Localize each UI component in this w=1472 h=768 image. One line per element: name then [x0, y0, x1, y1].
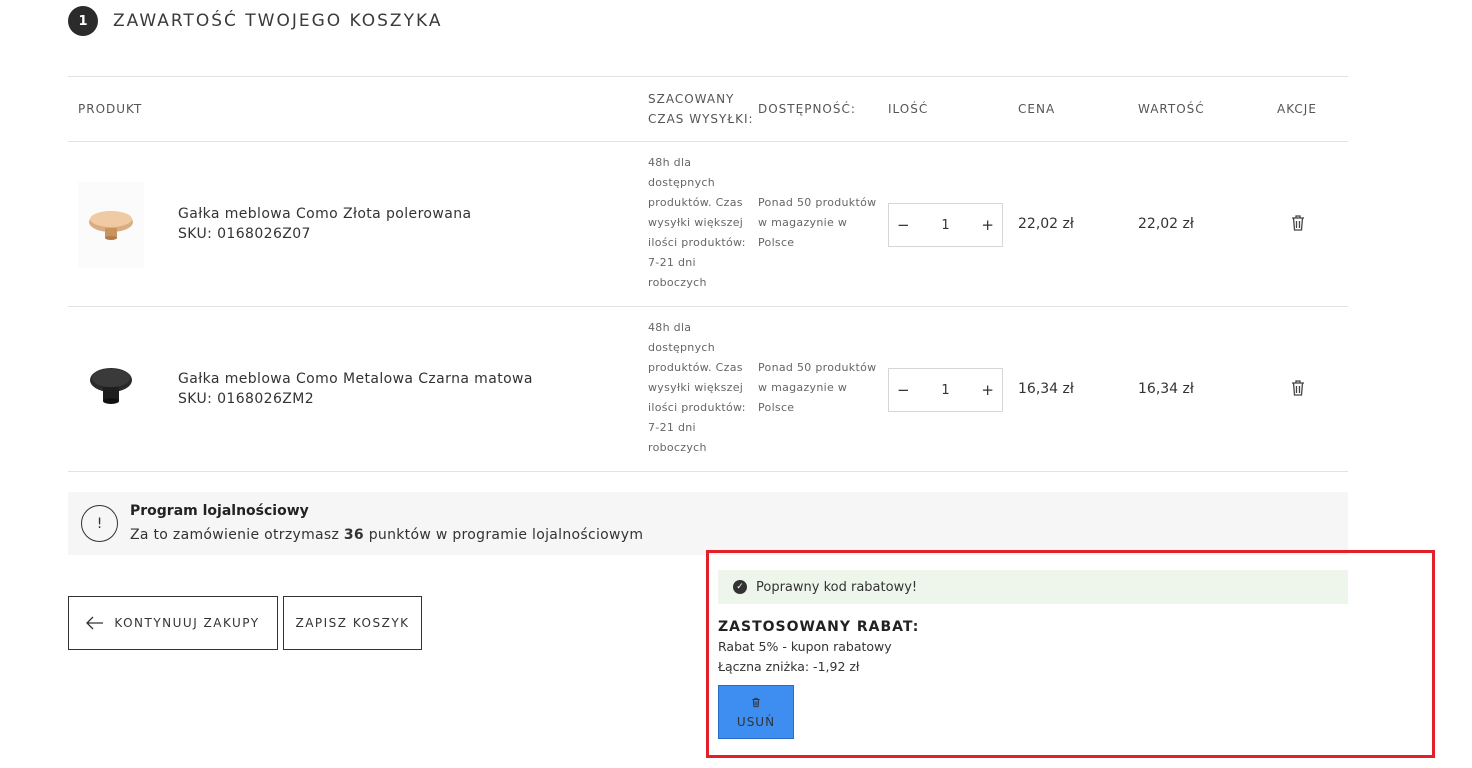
product-sku: SKU: 0168026ZM2	[178, 391, 315, 407]
product-sku: SKU: 0168026Z07	[178, 226, 311, 242]
cart-table: PRODUKT SZACOWANY CZAS WYSYŁKI: DOSTĘPNO…	[68, 76, 1348, 472]
qty-value[interactable]: 1	[941, 218, 949, 233]
loyalty-text: Za to zamówienie otrzymasz 36 punktów w …	[130, 527, 644, 543]
header-total: WARTOŚĆ	[1138, 102, 1205, 116]
quantity-stepper[interactable]: − 1 +	[888, 368, 1003, 412]
save-cart-button[interactable]: ZAPISZ KOSZYK	[283, 596, 422, 650]
loyalty-points: 36	[343, 527, 364, 543]
check-circle-icon: ✓	[733, 580, 747, 594]
trash-icon[interactable]	[1288, 213, 1308, 233]
qty-value[interactable]: 1	[941, 383, 949, 398]
shipping-time: 48h dla dostępnych produktów. Czas wysyłki…	[648, 156, 746, 289]
header-shipping-line1: SZACOWANY	[648, 92, 735, 106]
header-availability: DOSTĘPNOŚĆ:	[758, 102, 856, 116]
info-icon: !	[81, 505, 118, 542]
line-total: 16,34 zł	[1138, 381, 1194, 397]
table-row: Gałka meblowa Como Metalowa Czarna matow…	[68, 307, 1348, 472]
trash-icon	[752, 697, 760, 707]
arrow-left-icon	[86, 616, 104, 630]
product-name[interactable]: Gałka meblowa Como Złota polerowana	[178, 204, 471, 224]
header-shipping-line2: CZAS WYSYŁKI:	[648, 112, 754, 126]
continue-shopping-button[interactable]: KONTYNUUJ ZAKUPY	[68, 596, 278, 650]
remove-discount-label: USUŃ	[736, 714, 776, 729]
qty-decrease-button[interactable]: −	[897, 216, 910, 234]
trash-icon[interactable]	[1288, 378, 1308, 398]
shipping-time: 48h dla dostępnych produktów. Czas wysyłki…	[648, 321, 746, 454]
applied-discount-title: ZASTOSOWANY RABAT:	[718, 619, 920, 635]
header-price: CENA	[1018, 102, 1056, 116]
loyalty-title: Program lojalnościowy	[130, 503, 309, 519]
header-product: PRODUKT	[78, 102, 143, 116]
discount-section: ✓ Poprawny kod rabatowy! ZASTOSOWANY RAB…	[706, 550, 1435, 758]
total-discount: Łączna zniżka: -1,92 zł	[718, 659, 860, 674]
line-total: 22,02 zł	[1138, 216, 1194, 232]
step-number: 1	[68, 6, 98, 36]
continue-shopping-label: KONTYNUUJ ZAKUPY	[114, 616, 260, 630]
product-image[interactable]	[78, 347, 144, 433]
unit-price: 16,34 zł	[1018, 381, 1074, 397]
table-header: PRODUKT SZACOWANY CZAS WYSYŁKI: DOSTĘPNO…	[68, 76, 1348, 142]
qty-decrease-button[interactable]: −	[897, 381, 910, 399]
save-cart-label: ZAPISZ KOSZYK	[295, 616, 410, 630]
product-name[interactable]: Gałka meblowa Como Metalowa Czarna matow…	[178, 369, 533, 389]
header-actions: AKCJE	[1277, 102, 1317, 116]
discount-success-alert: ✓ Poprawny kod rabatowy!	[718, 570, 1348, 604]
page-title: ZAWARTOŚĆ TWOJEGO KOSZYKA	[113, 11, 443, 31]
discount-name: Rabat 5% - kupon rabatowy	[718, 639, 892, 654]
table-row: Gałka meblowa Como Złota polerowana SKU:…	[68, 142, 1348, 307]
qty-increase-button[interactable]: +	[981, 381, 994, 399]
quantity-stepper[interactable]: − 1 +	[888, 203, 1003, 247]
remove-discount-button[interactable]: USUŃ	[718, 685, 794, 739]
availability: Ponad 50 produktów w magazynie w Polsce	[758, 361, 877, 414]
qty-increase-button[interactable]: +	[981, 216, 994, 234]
header-quantity: ILOŚĆ	[888, 102, 929, 116]
unit-price: 22,02 zł	[1018, 216, 1074, 232]
loyalty-program-banner: ! Program lojalnościowy Za to zamówienie…	[68, 492, 1348, 555]
discount-success-message: Poprawny kod rabatowy!	[756, 579, 918, 595]
cart-step-header: 1 ZAWARTOŚĆ TWOJEGO KOSZYKA	[68, 6, 442, 36]
product-image[interactable]	[78, 182, 144, 268]
availability: Ponad 50 produktów w magazynie w Polsce	[758, 196, 877, 249]
